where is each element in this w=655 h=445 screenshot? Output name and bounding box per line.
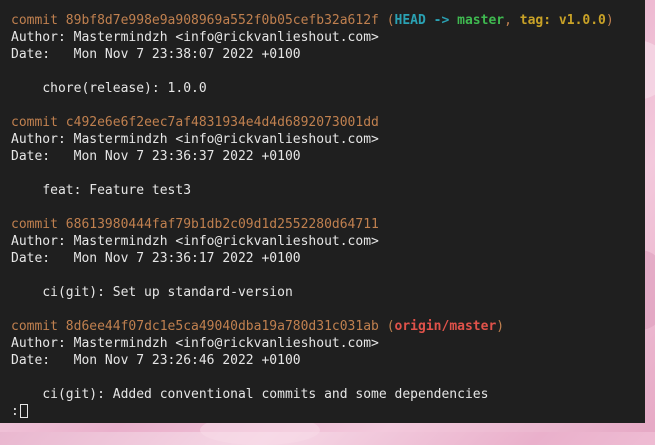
pager-prompt: :	[11, 404, 19, 419]
commit-keyword: commit	[11, 115, 58, 130]
ref-close-paren: )	[605, 13, 614, 28]
commit-hash: 89bf8d7e998e9a908969a552f0b05cefb32a612f	[65, 13, 379, 28]
author-line: Author: Mastermindzh <info@rickvanliesho…	[11, 335, 645, 352]
commit-line: commit 68613980444faf79b1db2c09d1d255228…	[11, 216, 645, 233]
ref-close-paren: )	[496, 319, 505, 334]
author-line: Author: Mastermindzh <info@rickvanliesho…	[11, 29, 645, 46]
head-arrow: ->	[433, 13, 450, 28]
date-line: Date: Mon Nov 7 23:26:46 2022 +0100	[11, 352, 645, 369]
commit-message: feat: Feature test3	[11, 182, 645, 199]
author-label: Author:	[11, 30, 66, 45]
author-value: Mastermindzh <info@rickvanlieshout.com>	[73, 30, 379, 45]
commit-message: ci(git): Set up standard-version	[11, 284, 645, 301]
author-line: Author: Mastermindzh <info@rickvanliesho…	[11, 233, 645, 250]
date-label: Date:	[11, 149, 66, 164]
commit-hash: c492e6e6f2eec7af4831934e4d4d6892073001dd	[65, 115, 379, 130]
remote-branch-ref: origin/master	[394, 319, 497, 334]
tag-ref: tag: v1.0.0	[519, 13, 606, 28]
commit-message: ci(git): Added conventional commits and …	[11, 386, 645, 403]
git-log-output: commit 89bf8d7e998e9a908969a552f0b05cefb…	[0, 0, 645, 420]
date-label: Date:	[11, 353, 66, 368]
branch-ref: master	[457, 13, 505, 28]
ref-open-paren: (	[386, 13, 395, 28]
date-value: Mon Nov 7 23:26:46 2022 +0100	[73, 353, 301, 368]
message-text: ci(git): Added conventional commits and …	[42, 387, 489, 402]
date-label: Date:	[11, 251, 66, 266]
date-line: Date: Mon Nov 7 23:38:07 2022 +0100	[11, 46, 645, 63]
commit-line: commit 8d6ee44f07dc1e5ca49040dba19a780d3…	[11, 318, 645, 335]
pager-prompt-line[interactable]: :	[11, 403, 645, 420]
author-label: Author:	[11, 336, 66, 351]
author-label: Author:	[11, 132, 66, 147]
head-ref: HEAD	[394, 13, 426, 28]
date-value: Mon Nov 7 23:36:17 2022 +0100	[73, 251, 301, 266]
message-text: chore(release): 1.0.0	[42, 81, 207, 96]
terminal-window[interactable]: commit 89bf8d7e998e9a908969a552f0b05cefb…	[0, 0, 645, 423]
commit-line: commit c492e6e6f2eec7af4831934e4d4d68920…	[11, 114, 645, 131]
commit-hash: 68613980444faf79b1db2c09d1d2552280d64711	[65, 217, 379, 232]
date-value: Mon Nov 7 23:38:07 2022 +0100	[73, 47, 301, 62]
date-label: Date:	[11, 47, 66, 62]
message-text: ci(git): Set up standard-version	[42, 285, 293, 300]
ref-open-paren: (	[386, 319, 395, 334]
author-value: Mastermindzh <info@rickvanlieshout.com>	[73, 336, 379, 351]
message-text: feat: Feature test3	[42, 183, 192, 198]
date-value: Mon Nov 7 23:36:37 2022 +0100	[73, 149, 301, 164]
commit-message: chore(release): 1.0.0	[11, 80, 645, 97]
commit-hash: 8d6ee44f07dc1e5ca49040dba19a780d31c031ab	[65, 319, 379, 334]
date-line: Date: Mon Nov 7 23:36:17 2022 +0100	[11, 250, 645, 267]
commit-keyword: commit	[11, 13, 58, 28]
author-value: Mastermindzh <info@rickvanlieshout.com>	[73, 132, 379, 147]
date-line: Date: Mon Nov 7 23:36:37 2022 +0100	[11, 148, 645, 165]
commit-line: commit 89bf8d7e998e9a908969a552f0b05cefb…	[11, 12, 645, 29]
ref-separator: ,	[504, 13, 520, 28]
text-cursor	[19, 404, 28, 418]
author-value: Mastermindzh <info@rickvanlieshout.com>	[73, 234, 379, 249]
author-line: Author: Mastermindzh <info@rickvanliesho…	[11, 131, 645, 148]
commit-keyword: commit	[11, 319, 58, 334]
author-label: Author:	[11, 234, 66, 249]
commit-keyword: commit	[11, 217, 58, 232]
